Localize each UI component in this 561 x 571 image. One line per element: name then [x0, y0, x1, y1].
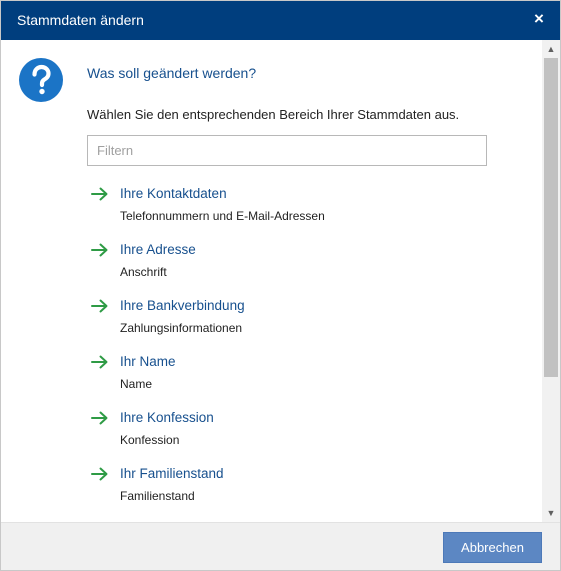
option-subtitle: Anschrift — [120, 265, 167, 279]
vertical-scrollbar[interactable]: ▲ ▼ — [542, 40, 560, 522]
arrow-right-icon — [91, 299, 108, 313]
scroll-down-icon[interactable]: ▼ — [542, 504, 560, 522]
option-subtitle: Name — [120, 377, 153, 391]
arrow-right-icon — [91, 355, 108, 369]
option-subtitle: Telefonnummern und E-Mail-Adressen — [120, 209, 325, 223]
dialog-content: Was soll geändert werden? Wählen Sie den… — [1, 40, 542, 522]
close-icon[interactable]: × — [530, 10, 548, 28]
option-subtitle: Zahlungsinformationen — [120, 321, 243, 335]
option-subtitle: Konfession — [120, 433, 180, 447]
dialog-heading: Was soll geändert werden? — [87, 65, 257, 81]
cancel-button[interactable]: Abbrechen — [443, 532, 542, 563]
dialog-footer: Abbrechen — [1, 522, 560, 570]
option-title[interactable]: Ihre Bankverbindung — [120, 298, 245, 313]
dialog-title: Stammdaten ändern — [17, 12, 144, 28]
arrow-right-icon — [91, 187, 108, 201]
option-title[interactable]: Ihr Familienstand — [120, 466, 224, 481]
scrollbar-thumb[interactable] — [544, 58, 558, 377]
option-title[interactable]: Ihre Adresse — [120, 242, 196, 257]
question-circle-icon — [19, 58, 63, 102]
arrow-right-icon — [91, 411, 108, 425]
option-title[interactable]: Ihre Kontaktdaten — [120, 186, 227, 201]
filter-input[interactable] — [87, 135, 487, 166]
arrow-right-icon — [91, 243, 108, 257]
option-title[interactable]: Ihre Konfession — [120, 410, 214, 425]
option-subtitle: Familienstand — [120, 489, 195, 503]
dialog-titlebar: Stammdaten ändern × — [1, 1, 560, 40]
stammdaten-dialog: Stammdaten ändern × Was soll geändert we… — [0, 0, 561, 571]
option-title[interactable]: Ihr Name — [120, 354, 176, 369]
scroll-up-icon[interactable]: ▲ — [542, 40, 560, 58]
dialog-description: Wählen Sie den entsprechenden Bereich Ih… — [87, 107, 460, 122]
arrow-right-icon — [91, 467, 108, 481]
